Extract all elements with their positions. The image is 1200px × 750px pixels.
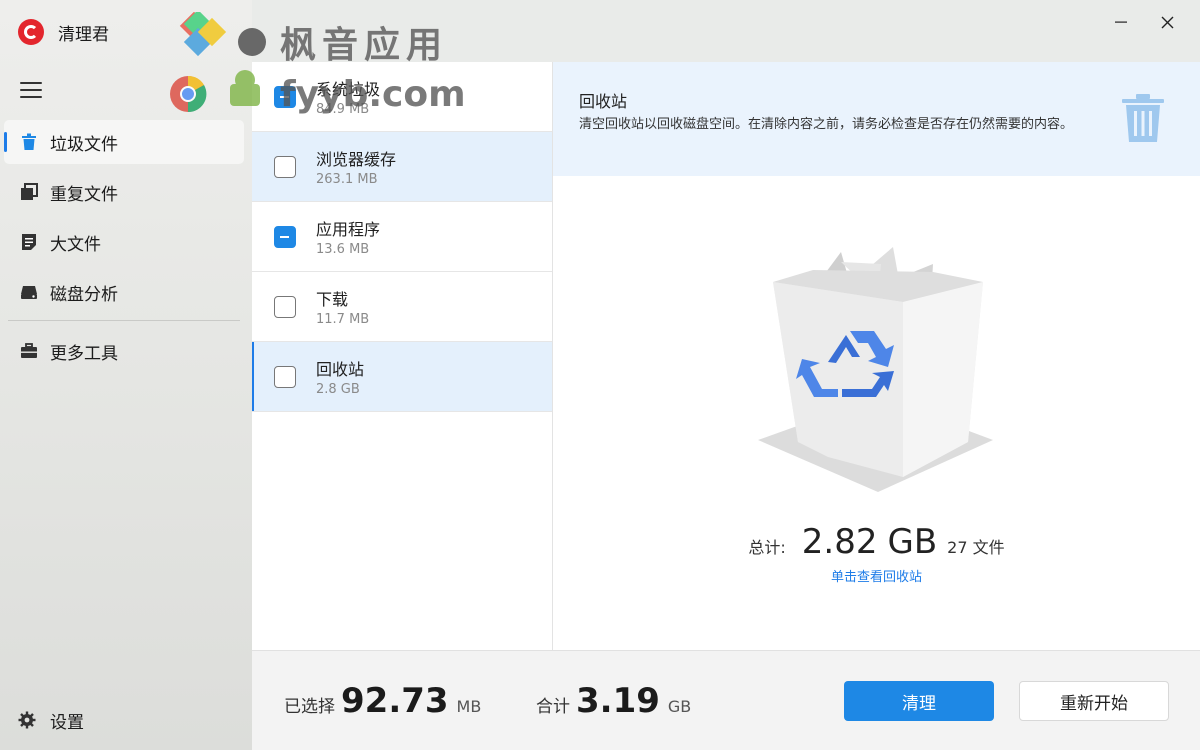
settings-label: 设置 [50, 712, 84, 733]
footer-bar: 已选择 92.73 MB 合计 3.19 GB 清理 重新开始 [252, 650, 1200, 750]
file-icon [20, 233, 38, 251]
sidebar-item-label: 更多工具 [50, 343, 118, 364]
view-recycle-bin-link[interactable]: 单击查看回收站 [553, 566, 1200, 585]
category-checkbox[interactable] [274, 226, 296, 248]
total-unit: GB [887, 522, 938, 562]
file-count: 27 文件 [947, 538, 1005, 557]
selected-unit: MB [456, 697, 482, 716]
toolbox-icon [20, 342, 38, 360]
sidebar-item-disk-analysis[interactable]: 磁盘分析 [4, 270, 244, 314]
detail-header: 回收站 清空回收站以回收磁盘空间。在清除内容之前，请务必检查是否存在仍然需要的内… [553, 62, 1200, 176]
sum-value: 3.19 [576, 681, 660, 721]
category-size: 13.6 MB [316, 242, 370, 257]
category-name: 应用程序 [316, 220, 381, 239]
detail-title: 回收站 [579, 92, 628, 111]
sidebar-item-label: 大文件 [50, 234, 101, 255]
duplicate-icon [20, 183, 38, 201]
category-name: 系统垃圾 [316, 80, 381, 99]
total-stat: 合计 3.19 GB [536, 681, 691, 721]
selected-label: 已选择 [284, 697, 335, 717]
sidebar-item-junk-files[interactable]: 垃圾文件 [4, 120, 244, 164]
summary: 总计: 2.82 GB 27 文件 单击查看回收站 [553, 522, 1200, 585]
selected-value: 92.73 [341, 681, 449, 721]
trash-icon [20, 133, 38, 151]
list-item[interactable]: 下载 11.7 MB [252, 272, 552, 342]
category-checkbox[interactable] [274, 156, 296, 178]
category-name: 浏览器缓存 [316, 150, 397, 169]
sidebar-item-label: 磁盘分析 [50, 284, 118, 305]
close-icon[interactable] [1144, 10, 1190, 34]
sum-label: 合计 [536, 697, 570, 717]
app-name: 清理君 [58, 24, 109, 45]
detail-description: 清空回收站以回收磁盘空间。在清除内容之前，请务必检查是否存在仍然需要的内容。 [579, 117, 1074, 132]
total-value: 2.82 [801, 522, 878, 562]
detail-panel: 回收站 清空回收站以回收磁盘空间。在清除内容之前，请务必检查是否存在仍然需要的内… [553, 62, 1200, 650]
selected-stat: 已选择 92.73 MB [284, 681, 481, 721]
window-controls [1098, 10, 1190, 34]
total-label: 总计: [748, 538, 786, 557]
sidebar-nav: 垃圾文件 重复文件 大文件 磁盘分析 更多工具 [4, 120, 244, 379]
settings-button[interactable]: 设置 [18, 706, 84, 734]
sidebar-item-label: 重复文件 [50, 184, 118, 205]
list-item[interactable]: 系统垃圾 84.9 MB [252, 62, 552, 132]
category-size: 84.9 MB [316, 102, 370, 117]
category-size: 2.8 GB [316, 382, 360, 397]
sum-unit: GB [667, 697, 692, 716]
sidebar-item-large-files[interactable]: 大文件 [4, 220, 244, 264]
watermark-line1: 枫音应用 [280, 25, 449, 66]
sidebar: 清理君 垃圾文件 重复文件 大文件 磁盘分析 更多工具 设置 [0, 0, 252, 750]
recycle-bin-icon [753, 242, 1003, 506]
restart-button[interactable]: 重新开始 [1019, 681, 1169, 721]
list-item[interactable]: 应用程序 13.6 MB [252, 202, 552, 272]
list-item[interactable]: 回收站 2.8 GB [252, 342, 552, 412]
category-name: 下载 [316, 290, 349, 309]
disk-icon [20, 283, 38, 301]
sidebar-item-label: 垃圾文件 [50, 134, 118, 155]
clean-button[interactable]: 清理 [844, 681, 994, 721]
category-size: 11.7 MB [316, 312, 370, 327]
cleaner-logo [18, 19, 44, 45]
app-title: 清理君 [18, 18, 109, 46]
gear-icon [18, 711, 36, 729]
sidebar-item-duplicate-files[interactable]: 重复文件 [4, 170, 244, 214]
category-checkbox[interactable] [274, 366, 296, 388]
hamburger-icon[interactable] [20, 82, 42, 100]
list-item[interactable]: 浏览器缓存 263.1 MB [252, 132, 552, 202]
category-size: 263.1 MB [316, 172, 378, 187]
sidebar-item-more-tools[interactable]: 更多工具 [4, 329, 244, 373]
trash-icon [1120, 92, 1166, 148]
category-checkbox[interactable] [274, 296, 296, 318]
sidebar-divider [8, 320, 240, 321]
category-name: 回收站 [316, 360, 365, 379]
category-list: 系统垃圾 84.9 MB 浏览器缓存 263.1 MB 应用程序 13.6 MB… [252, 62, 553, 650]
minimize-icon[interactable] [1098, 10, 1144, 34]
category-checkbox[interactable] [274, 86, 296, 108]
